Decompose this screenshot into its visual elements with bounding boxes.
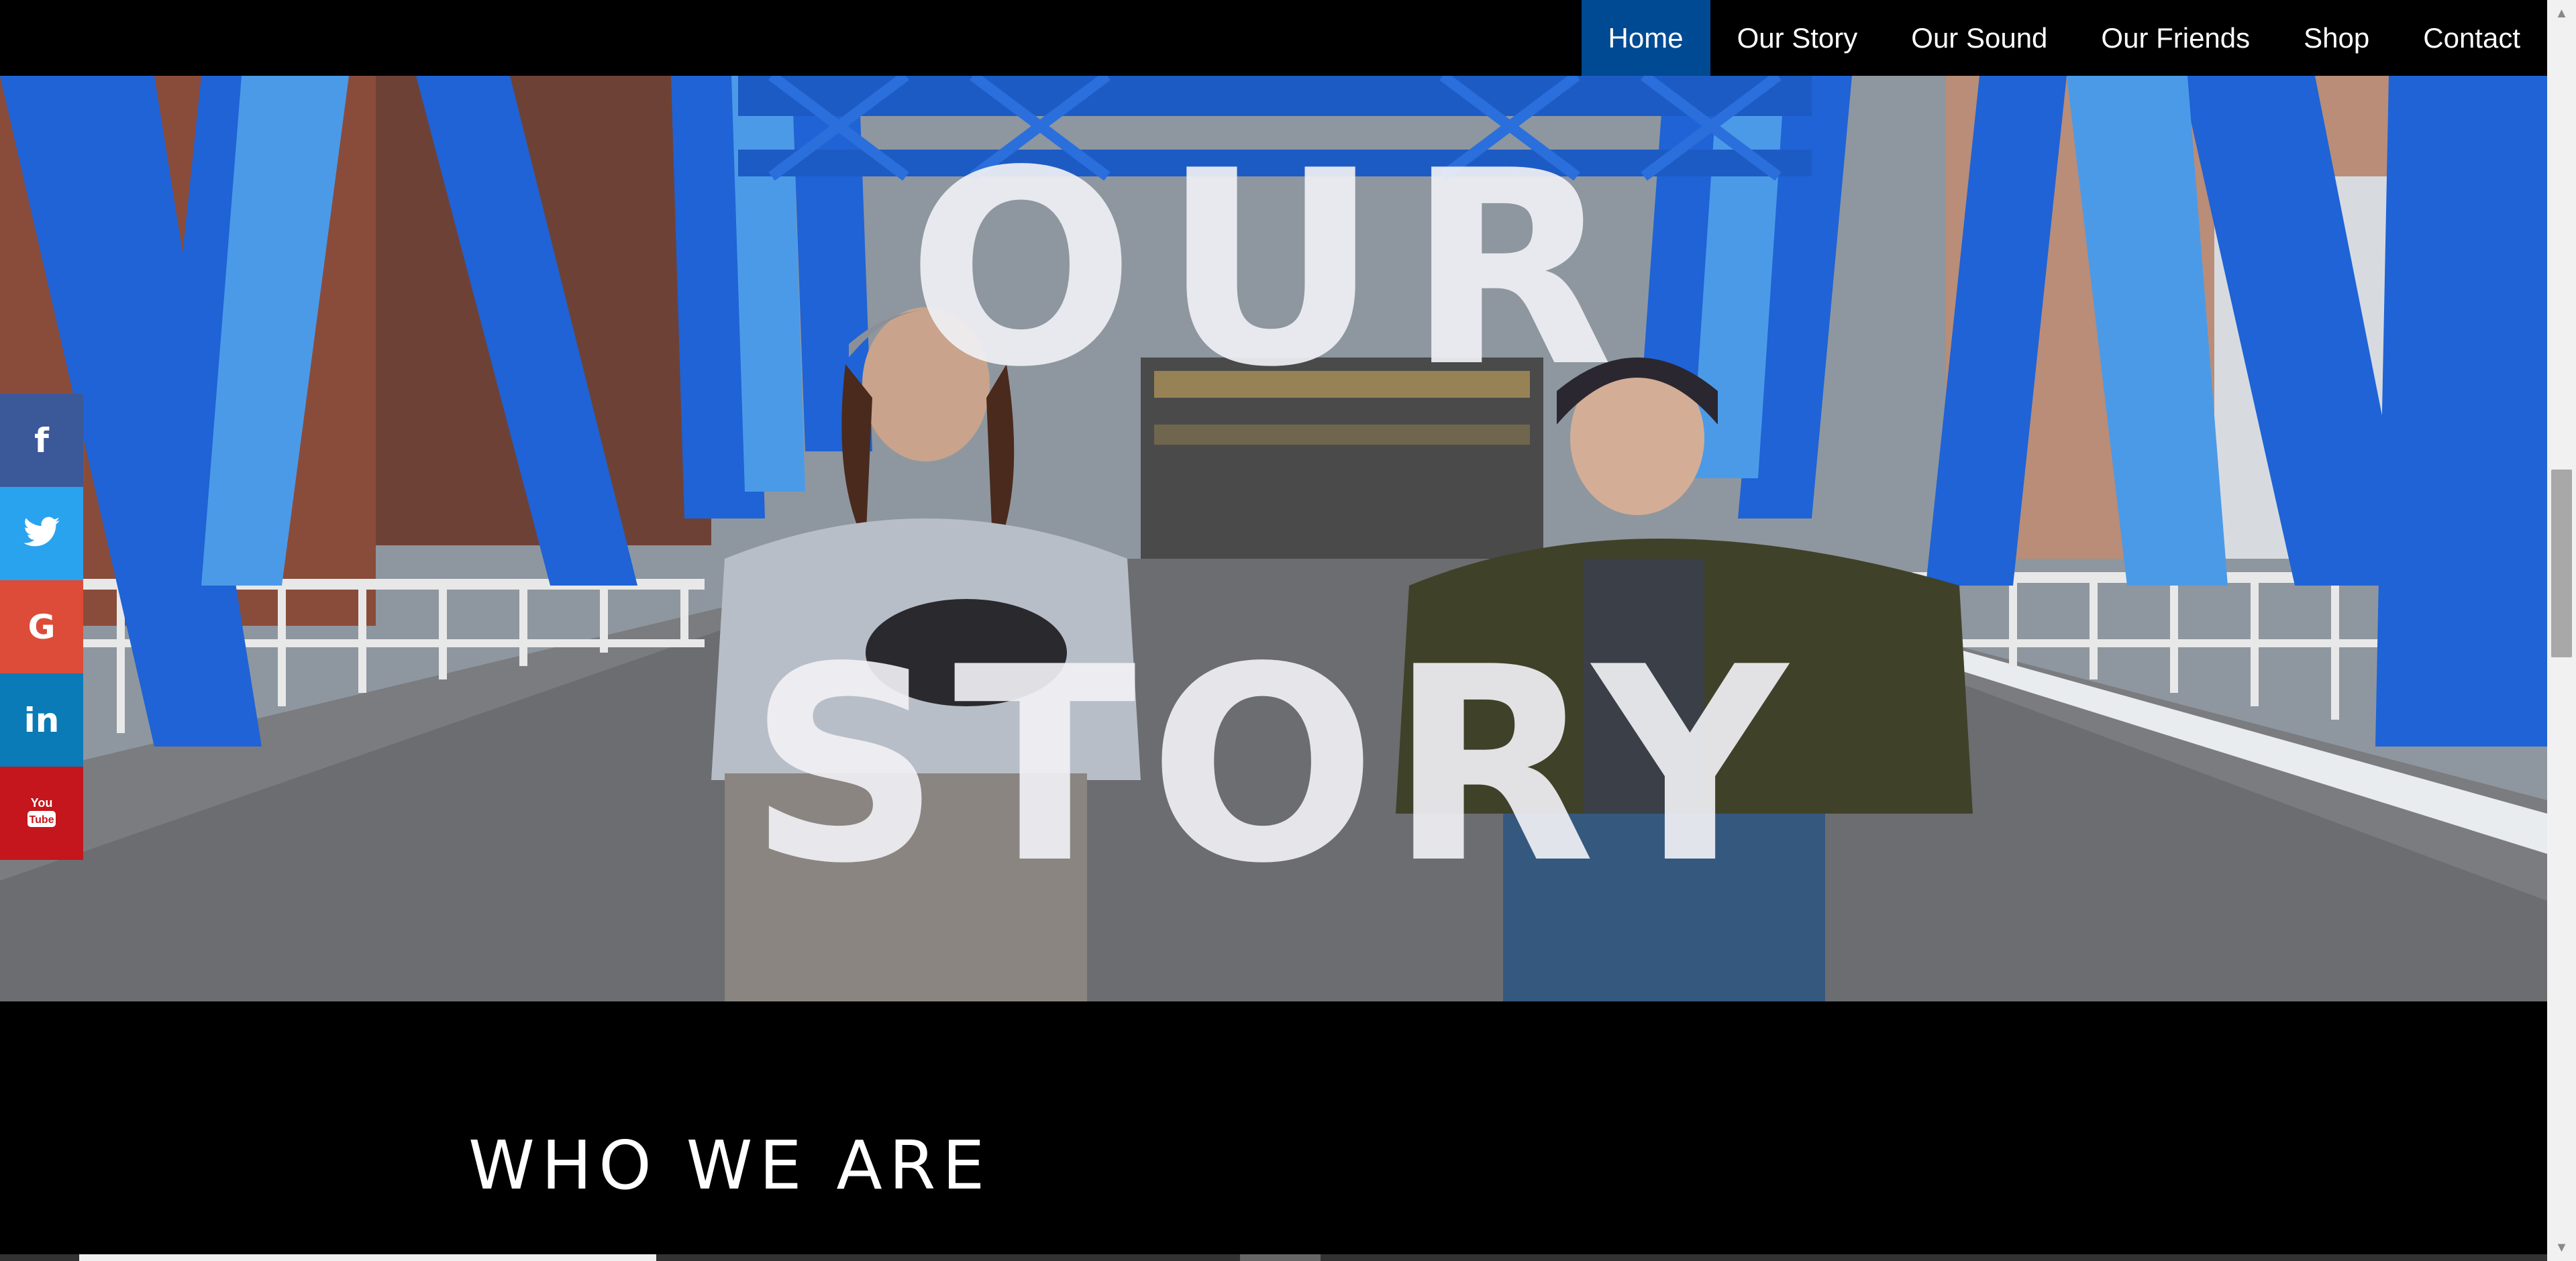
youtube-share-button[interactable]: You Tube	[0, 767, 83, 860]
horizontal-scroll-track-segment	[79, 1254, 656, 1261]
vertical-scrollbar[interactable]: ▲ ▼	[2547, 0, 2576, 1261]
nav-contact[interactable]: Contact	[2396, 0, 2547, 76]
scroll-up-arrow-icon[interactable]: ▲	[2547, 0, 2576, 27]
linkedin-icon: in	[23, 700, 60, 740]
nav-our-sound[interactable]: Our Sound	[1884, 0, 2074, 76]
facebook-icon: f	[34, 421, 49, 460]
page: Home Our Story Our Sound Our Friends Sho…	[0, 0, 2576, 1261]
vertical-scroll-thumb[interactable]	[2551, 470, 2572, 657]
twitter-share-button[interactable]	[0, 487, 83, 580]
hero-banner: OUR STORY	[0, 76, 2547, 1001]
google-share-button[interactable]: G	[0, 580, 83, 673]
twitter-icon	[23, 516, 60, 551]
nav-home[interactable]: Home	[1581, 0, 1710, 76]
top-navigation-bar: Home Our Story Our Sound Our Friends Sho…	[0, 0, 2547, 76]
svg-text:You: You	[31, 796, 53, 810]
horizontal-scrollbar[interactable]	[0, 1254, 2547, 1261]
main-nav: Home Our Story Our Sound Our Friends Sho…	[1581, 0, 2547, 76]
facebook-share-button[interactable]: f	[0, 394, 83, 487]
scroll-down-arrow-icon[interactable]: ▼	[2547, 1234, 2576, 1261]
linkedin-share-button[interactable]: in	[0, 673, 83, 767]
who-we-are-heading: WHO WE ARE	[468, 1126, 992, 1205]
google-icon: G	[28, 607, 56, 647]
nav-our-story[interactable]: Our Story	[1710, 0, 1885, 76]
hero-title-line-1: OUR	[907, 114, 1641, 426]
nav-shop[interactable]: Shop	[2277, 0, 2396, 76]
horizontal-scroll-thumb[interactable]	[1240, 1254, 1321, 1261]
svg-text:Tube: Tube	[29, 814, 54, 826]
hero-title-line-2: STORY	[748, 610, 1800, 922]
social-share-sidebar: f G in You Tube	[0, 394, 83, 860]
nav-our-friends[interactable]: Our Friends	[2074, 0, 2277, 76]
youtube-icon: You Tube	[26, 793, 57, 833]
